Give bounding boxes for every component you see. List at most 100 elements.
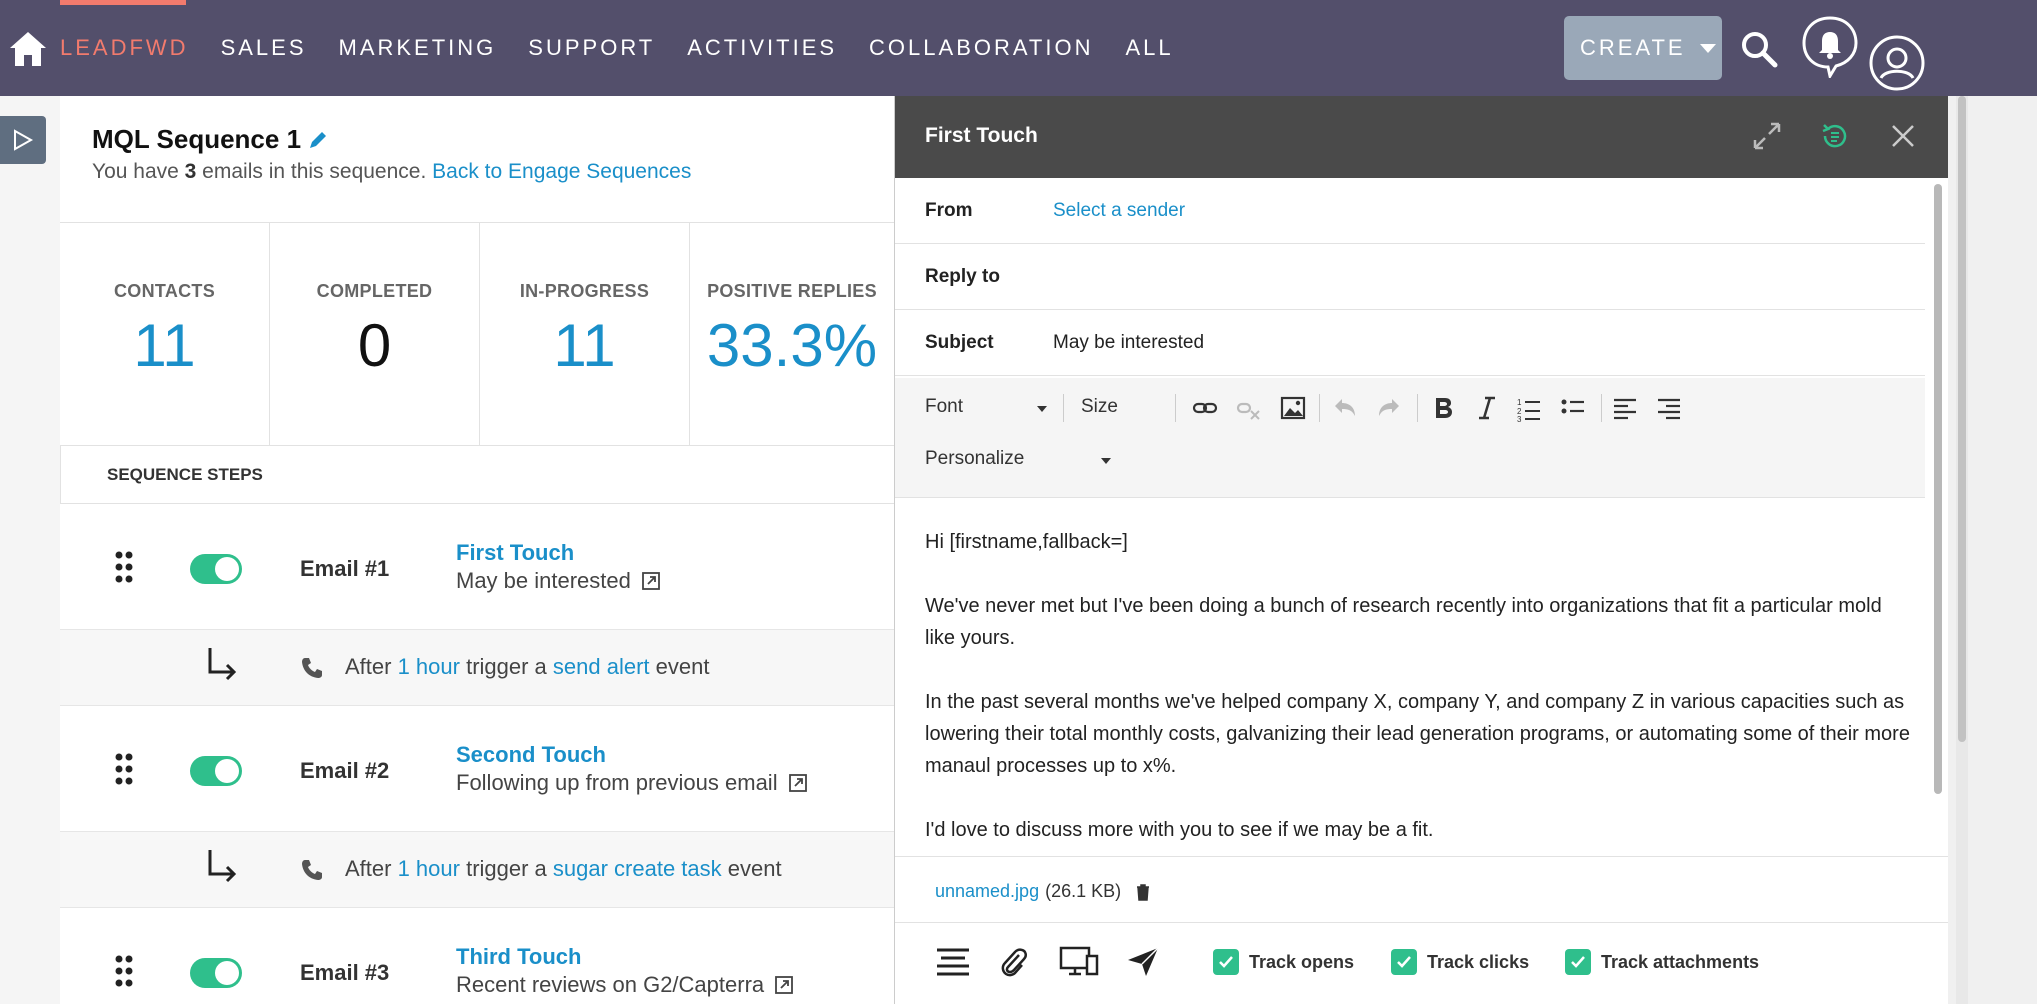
nav-item-collaboration[interactable]: COLLABORATION (869, 35, 1093, 61)
attachment-link[interactable]: unnamed.jpg (935, 881, 1039, 902)
step-subject-text: May be interested (456, 568, 631, 593)
play-icon (14, 129, 34, 151)
track-opens-checkbox[interactable]: Track opens (1213, 949, 1354, 975)
page-scrollbar-thumb[interactable] (1958, 96, 1966, 742)
nav-item-activities[interactable]: ACTIVITIES (687, 35, 837, 61)
step-name-link[interactable]: Third Touch (456, 944, 581, 970)
svg-text:1: 1 (1517, 398, 1522, 407)
nav-item-sales[interactable]: SALES (221, 35, 307, 61)
open-external-icon[interactable] (774, 975, 794, 995)
home-icon[interactable] (8, 30, 48, 68)
step-name-link[interactable]: Second Touch (456, 742, 606, 768)
edit-pencil-icon[interactable] (307, 129, 329, 151)
top-nav: LEADFWD SALES MARKETING SUPPORT ACTIVITI… (0, 0, 2037, 96)
phone-icon (302, 860, 322, 880)
body-paragraph: In the past several months we've helped … (925, 691, 1910, 777)
trigger-mid: trigger a (459, 654, 553, 679)
stat-contacts: CONTACTS 11 (60, 223, 270, 445)
phone-icon (302, 658, 322, 678)
stat-label: COMPLETED (316, 281, 433, 301)
link-icon[interactable] (1191, 394, 1219, 422)
undo-icon[interactable] (1331, 394, 1359, 422)
subject-label: Subject (925, 332, 994, 353)
notifications-icon[interactable] (1800, 14, 1860, 78)
close-icon[interactable] (1887, 120, 1919, 152)
stat-in-progress: IN-PROGRESS 11 (480, 223, 690, 445)
step-subject-text: Recent reviews on G2/Capterra (456, 972, 765, 997)
step-enabled-toggle[interactable] (190, 958, 242, 988)
expand-icon[interactable] (1751, 120, 1783, 152)
search-icon[interactable] (1740, 30, 1778, 68)
bold-icon[interactable] (1429, 394, 1457, 422)
trigger-delay-link[interactable]: 1 hour (398, 654, 460, 679)
nav-item-all[interactable]: ALL (1125, 35, 1173, 61)
step-enabled-toggle[interactable] (190, 756, 242, 786)
select-sender-link[interactable]: Select a sender (1053, 200, 1185, 222)
editor-scrollbar[interactable] (1934, 184, 1942, 794)
trigger-mid: trigger a (459, 856, 553, 881)
subject-field[interactable]: May be interested (1053, 332, 1204, 354)
nav-item-leadfwd[interactable]: LEADFWD (60, 35, 189, 61)
history-icon[interactable] (1819, 120, 1851, 152)
step-subject: May be interested (456, 568, 661, 594)
drag-handle-icon[interactable] (114, 550, 134, 584)
track-attachments-checkbox[interactable]: Track attachments (1565, 949, 1759, 975)
size-select[interactable]: Size (1081, 396, 1118, 418)
back-to-sequences-link[interactable]: Back to Engage Sequences (432, 160, 691, 183)
sequence-step: Email #1 First Touch May be interested (60, 504, 894, 630)
numbered-list-icon[interactable]: 1 2 3 (1515, 394, 1543, 422)
trigger-delay-link[interactable]: 1 hour (398, 856, 460, 881)
trash-icon[interactable] (1135, 883, 1151, 901)
stat-value: 11 (553, 312, 616, 379)
paperclip-icon[interactable] (999, 945, 1029, 979)
from-label: From (925, 200, 973, 221)
from-row: From Select a sender (895, 178, 1925, 244)
drag-handle-icon[interactable] (114, 954, 134, 988)
create-button[interactable]: CREATE (1564, 16, 1722, 80)
user-avatar-icon[interactable] (1868, 34, 1926, 92)
drag-handle-icon[interactable] (114, 752, 134, 786)
sequence-step: Email #2 Second Touch Following up from … (60, 706, 894, 832)
italic-icon[interactable] (1473, 394, 1501, 422)
trigger-after: After (345, 856, 398, 881)
image-icon[interactable] (1279, 394, 1307, 422)
open-external-icon[interactable] (788, 773, 808, 793)
personalize-select[interactable]: Personalize (925, 448, 1024, 470)
create-label: CREATE (1580, 35, 1686, 60)
stat-value: 33.3% (706, 312, 878, 379)
unlink-icon[interactable] (1235, 394, 1263, 422)
track-clicks-label: Track clicks (1427, 951, 1530, 972)
subject-row: Subject May be interested (895, 310, 1925, 376)
trigger-event-link[interactable]: sugar create task (553, 856, 722, 881)
expand-sidebar-button[interactable] (0, 116, 46, 164)
template-icon[interactable] (935, 945, 971, 979)
trigger-text: After 1 hour trigger a send alert event (345, 654, 709, 680)
font-select[interactable]: Font (925, 396, 963, 418)
stat-label: IN-PROGRESS (519, 281, 650, 301)
stats-row: CONTACTS 11 COMPLETED 0 IN-PROGRESS 11 P… (60, 222, 894, 446)
reply-to-label: Reply to (925, 266, 1000, 287)
align-left-icon[interactable] (1611, 394, 1639, 422)
reply-to-row: Reply to (895, 244, 1925, 310)
bullet-list-icon[interactable] (1559, 394, 1587, 422)
step-name-link[interactable]: First Touch (456, 540, 574, 566)
stat-label: CONTACTS (113, 281, 216, 301)
email-count: 3 (184, 160, 197, 183)
track-opens-label: Track opens (1249, 951, 1355, 972)
email-body[interactable]: Hi [firstname,fallback=] We've never met… (925, 526, 1915, 878)
checkbox-checked-icon (1391, 949, 1417, 975)
nav-item-support[interactable]: SUPPORT (528, 35, 655, 61)
device-preview-icon[interactable] (1059, 945, 1099, 979)
send-icon[interactable] (1125, 945, 1161, 979)
body-paragraph: Hi [firstname,fallback=] (925, 531, 1128, 553)
trigger-end: event (721, 856, 782, 881)
trigger-event-link[interactable]: send alert (553, 654, 650, 679)
redo-icon[interactable] (1375, 394, 1403, 422)
arrow-down-right-icon (208, 850, 237, 883)
nav-item-marketing[interactable]: MARKETING (339, 35, 497, 61)
checkbox-checked-icon (1565, 949, 1591, 975)
track-clicks-checkbox[interactable]: Track clicks (1391, 949, 1529, 975)
step-enabled-toggle[interactable] (190, 554, 242, 584)
align-right-icon[interactable] (1655, 394, 1683, 422)
open-external-icon[interactable] (641, 571, 661, 591)
